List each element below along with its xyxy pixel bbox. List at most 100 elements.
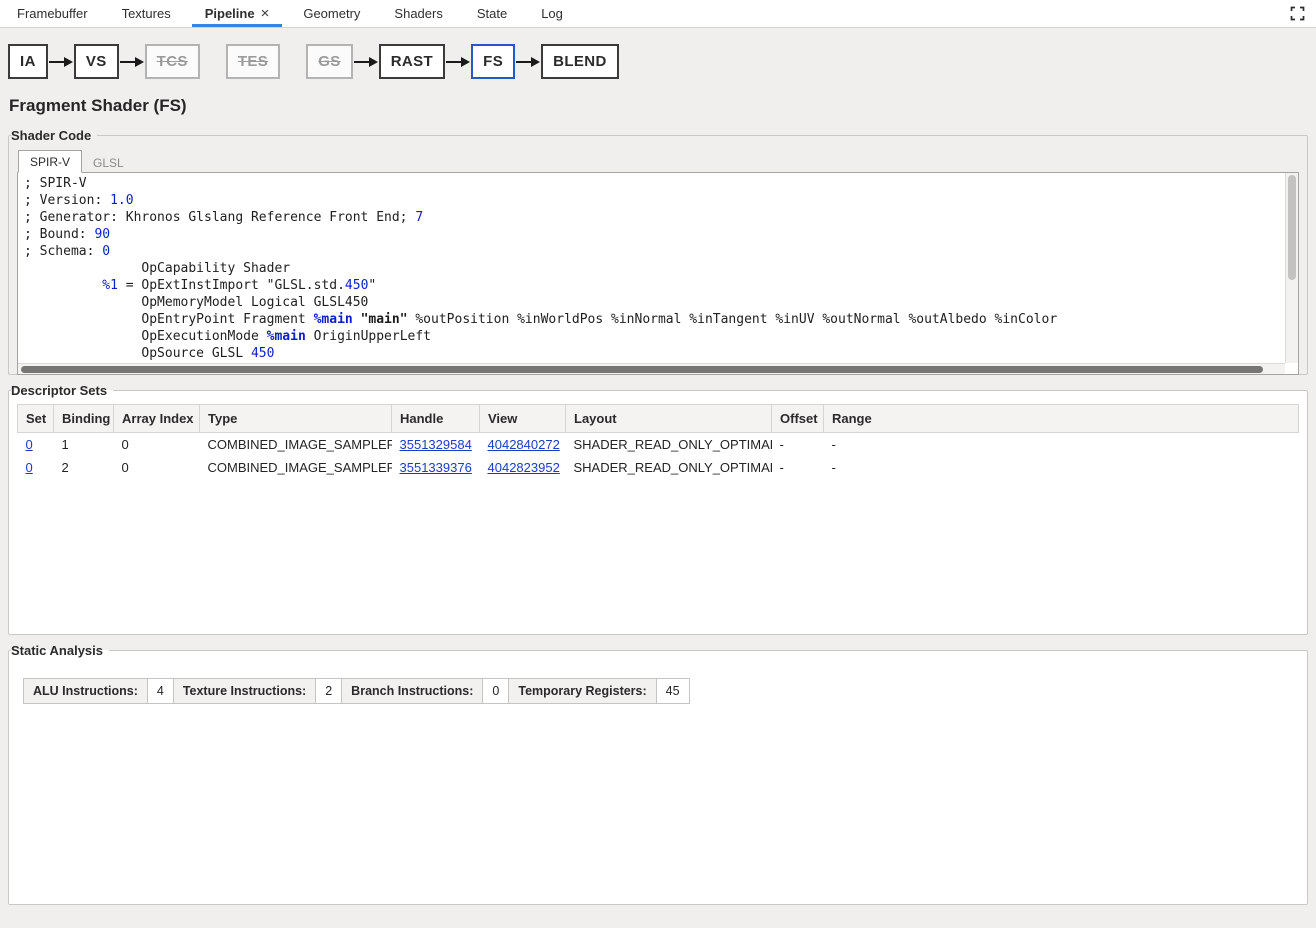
tab-label: State (477, 6, 507, 21)
code-line: OpSource GLSL 450 (24, 345, 1292, 362)
cell-range: - (824, 456, 1299, 479)
cell-set: 0 (18, 433, 54, 457)
tab-label: Textures (122, 6, 171, 21)
stat-group: Branch Instructions:0 (341, 678, 509, 704)
pipeline-stage-ia[interactable]: IA (8, 44, 48, 80)
view-link[interactable]: 4042823952 (488, 460, 560, 475)
tab-framebuffer[interactable]: Framebuffer (0, 0, 105, 27)
pipeline-stage-vs[interactable]: VS (74, 44, 119, 80)
static-analysis-group: Static Analysis ALU Instructions:4Textur… (8, 643, 1308, 905)
horizontal-scrollbar[interactable] (18, 363, 1285, 374)
pipeline-stage-rast[interactable]: RAST (379, 44, 445, 80)
stat-label: Branch Instructions: (341, 678, 483, 704)
cell-handle: 3551339376 (392, 456, 480, 479)
handle-link[interactable]: 3551329584 (400, 437, 472, 452)
tab-textures[interactable]: Textures (105, 0, 188, 27)
code-line: ; Version: 1.0 (24, 192, 1292, 209)
tab-label: Geometry (303, 6, 360, 21)
column-header-type[interactable]: Type (200, 405, 392, 433)
cell-layout: SHADER_READ_ONLY_OPTIMAL (566, 433, 772, 457)
flow-arrow-icon (515, 56, 541, 68)
page-title: Fragment Shader (FS) (9, 96, 1308, 116)
cell-layout: SHADER_READ_ONLY_OPTIMAL (566, 456, 772, 479)
vertical-scrollbar-thumb[interactable] (1288, 175, 1296, 280)
code-lines: ; SPIR-V; Version: 1.0; Generator: Khron… (18, 173, 1298, 375)
tab-label: Shaders (394, 6, 442, 21)
flow-arrow-icon (353, 56, 379, 68)
cell-binding: 2 (54, 456, 114, 479)
stat-value: 0 (483, 678, 509, 704)
pipeline-stage-tes[interactable]: TES (226, 44, 280, 80)
tab-state[interactable]: State (460, 0, 524, 27)
cell-array_index: 0 (114, 456, 200, 479)
cell-offset: - (772, 456, 824, 479)
cell-type: COMBINED_IMAGE_SAMPLER (200, 433, 392, 457)
cell-set: 0 (18, 456, 54, 479)
stat-group: Texture Instructions:2 (173, 678, 342, 704)
pipeline-stage-fs[interactable]: FS (471, 44, 515, 80)
column-header-set[interactable]: Set (18, 405, 54, 433)
cell-array_index: 0 (114, 433, 200, 457)
column-header-layout[interactable]: Layout (566, 405, 772, 433)
stat-group: Temporary Registers:45 (508, 678, 689, 704)
code-line: OpExecutionMode %main OriginUpperLeft (24, 328, 1292, 345)
stat-value: 45 (657, 678, 690, 704)
set-link[interactable]: 0 (26, 460, 33, 475)
tab-shaders[interactable]: Shaders (377, 0, 459, 27)
flow-arrow-icon (119, 56, 145, 68)
code-line: ; Bound: 90 (24, 226, 1292, 243)
shader-code-group: Shader Code SPIR-VGLSL ; SPIR-V; Version… (8, 128, 1308, 375)
fullscreen-icon[interactable] (1288, 5, 1306, 23)
shader-code-group-label: Shader Code (11, 128, 97, 143)
pipeline-stage-tcs[interactable]: TCS (145, 44, 200, 80)
code-line: OpEntryPoint Fragment %main "main" %outP… (24, 311, 1292, 328)
window-tab-bar: Framebuffer Textures Pipeline × Geometry Shad… (0, 0, 1316, 28)
horizontal-scrollbar-thumb[interactable] (21, 366, 1263, 373)
stat-label: ALU Instructions: (23, 678, 148, 704)
code-line: OpMemoryModel Logical GLSL450 (24, 294, 1292, 311)
tab-log[interactable]: Log (524, 0, 580, 27)
tab-label: Framebuffer (17, 6, 88, 21)
shader-tab-glsl[interactable]: GLSL (82, 152, 135, 173)
cell-view: 4042840272 (480, 433, 566, 457)
cell-binding: 1 (54, 433, 114, 457)
column-header-offset[interactable]: Offset (772, 405, 824, 433)
set-link[interactable]: 0 (26, 437, 33, 452)
cell-handle: 3551329584 (392, 433, 480, 457)
cell-view: 4042823952 (480, 456, 566, 479)
static-analysis-group-label: Static Analysis (11, 643, 109, 658)
handle-link[interactable]: 3551339376 (400, 460, 472, 475)
vertical-scrollbar[interactable] (1285, 173, 1298, 363)
column-header-array_index[interactable]: Array Index (114, 405, 200, 433)
stat-value: 2 (316, 678, 342, 704)
tab-pipeline[interactable]: Pipeline × (188, 0, 287, 27)
app-window: Framebuffer Textures Pipeline × Geometry Shad… (0, 0, 1316, 905)
cell-offset: - (772, 433, 824, 457)
tab-geometry[interactable]: Geometry (286, 0, 377, 27)
pipeline-stage-blend[interactable]: BLEND (541, 44, 619, 80)
close-tab-icon[interactable]: × (261, 6, 270, 21)
descriptor-sets-group: Descriptor Sets SetBindingArray IndexTyp… (8, 383, 1308, 635)
pipeline-stage-gs[interactable]: GS (306, 44, 352, 80)
column-header-view[interactable]: View (480, 405, 566, 433)
static-analysis-stats: ALU Instructions:4Texture Instructions:2… (23, 678, 1293, 704)
code-line: ; Schema: 0 (24, 243, 1292, 260)
flow-arrow-icon (48, 56, 74, 68)
tabs-container: Framebuffer Textures Pipeline × Geometry Shad… (0, 0, 580, 27)
cell-range: - (824, 433, 1299, 457)
stat-group: ALU Instructions:4 (23, 678, 174, 704)
flow-arrow-icon (445, 56, 471, 68)
column-header-binding[interactable]: Binding (54, 405, 114, 433)
column-header-handle[interactable]: Handle (392, 405, 480, 433)
shader-tab-spir-v[interactable]: SPIR-V (18, 150, 82, 173)
shader-code-tabs: SPIR-VGLSL (17, 149, 1299, 173)
shader-code-view[interactable]: ; SPIR-V; Version: 1.0; Generator: Khron… (17, 172, 1299, 375)
view-link[interactable]: 4042840272 (488, 437, 560, 452)
code-line: ; SPIR-V (24, 175, 1292, 192)
table-row: 020COMBINED_IMAGE_SAMPLER355133937640428… (18, 456, 1299, 479)
tab-label: Pipeline (205, 6, 255, 21)
code-line: %1 = OpExtInstImport "GLSL.std.450" (24, 277, 1292, 294)
stat-label: Temporary Registers: (508, 678, 656, 704)
column-header-range[interactable]: Range (824, 405, 1299, 433)
code-line: OpCapability Shader (24, 260, 1292, 277)
